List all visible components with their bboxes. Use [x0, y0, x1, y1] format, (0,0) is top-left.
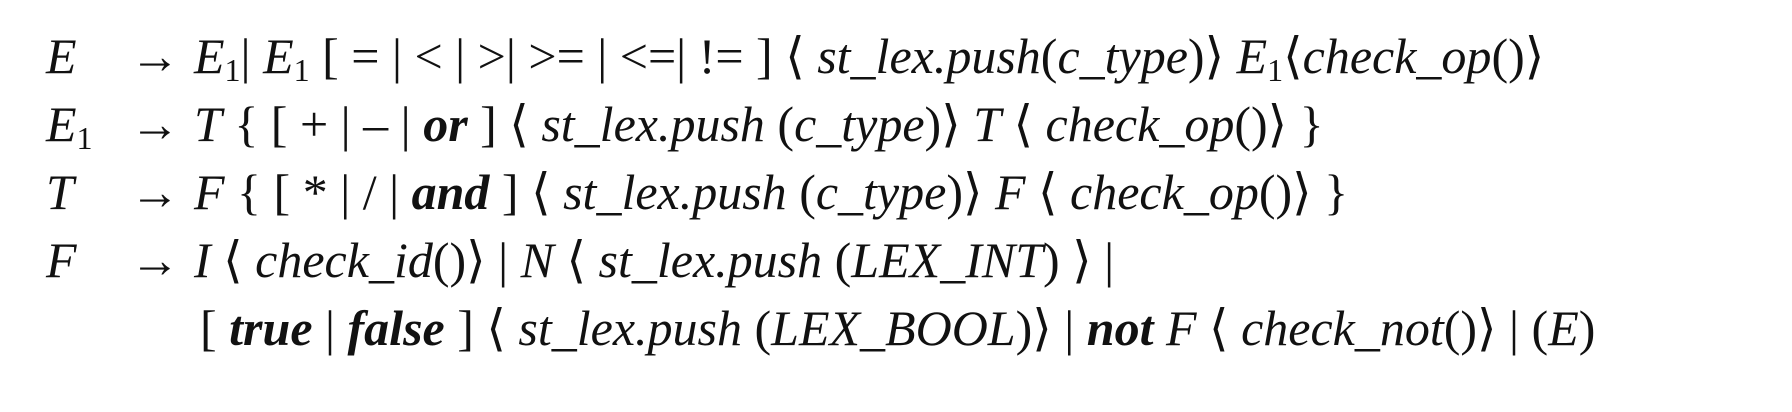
operator-token: )⟩ |: [1015, 300, 1087, 356]
operator-token: ⟨: [1196, 300, 1242, 356]
symbol-token: check_op: [1045, 96, 1235, 152]
rule-lhs-symbol: E: [46, 28, 77, 84]
operator-token: ): [1578, 300, 1596, 356]
rule-lhs: E1: [46, 90, 93, 164]
operator-token: [1154, 300, 1167, 356]
grammar-rule: T → F { [ * | / | and ] ⟨ st_lex.push (c…: [46, 158, 1766, 226]
operator-token: [ = | < | >| >= | <=| != ] ⟨: [309, 28, 818, 84]
symbol-token: st_lex.push: [541, 96, 765, 152]
production-arrow: →: [130, 164, 180, 220]
symbol-token: T: [973, 96, 1002, 152]
rule-rhs: E1| E1 [ = | < | >| >= | <=| != ] ⟨ st_l…: [194, 22, 1544, 96]
operator-token: ()⟩ }: [1234, 96, 1324, 152]
rule-lhs: E: [46, 22, 77, 96]
symbol-token: E: [1236, 28, 1268, 84]
rule-rhs: [ true | false ] ⟨ st_lex.push (LEX_BOOL…: [200, 294, 1595, 362]
operator-token: ⟨: [1025, 164, 1071, 220]
operator-token: (: [786, 164, 816, 220]
operator-token: ⟨: [210, 232, 256, 288]
grammar-rule: F → I ⟨ check_id()⟩ | N ⟨ st_lex.push (L…: [46, 226, 1766, 294]
grammar-rule-continuation: [ true | false ] ⟨ st_lex.push (LEX_BOOL…: [46, 294, 1766, 362]
symbol-token: E: [194, 28, 225, 84]
operator-token: ] ⟨: [467, 96, 542, 152]
operator-token: ] ⟨: [444, 300, 519, 356]
subscript-token: 1: [293, 52, 310, 88]
subscript-token: 1: [1267, 52, 1284, 88]
symbol-token: check_op: [1070, 164, 1259, 220]
keyword-token: false: [347, 300, 445, 356]
keyword-token: true: [229, 300, 313, 356]
symbol-token: F: [1166, 300, 1197, 356]
rule-lhs-symbol: F: [46, 232, 77, 288]
operator-token: ()⟩ |: [432, 232, 521, 288]
grammar-rules: E → E1| E1 [ = | < | >| >= | <=| != ] ⟨ …: [46, 22, 1766, 362]
symbol-token: st_lex.push: [563, 164, 787, 220]
keyword-token: and: [411, 164, 490, 220]
operator-token: (: [742, 300, 772, 356]
symbol-token: check_not: [1241, 300, 1444, 356]
rule-lhs: F: [46, 226, 77, 300]
symbol-token: st_lex.push: [518, 300, 742, 356]
operator-token: ()⟩: [1491, 28, 1545, 84]
symbol-token: E: [263, 28, 294, 84]
rule-lhs: T: [46, 158, 74, 232]
operator-token: { [ + | – |: [221, 96, 424, 152]
operator-token: ] ⟨: [489, 164, 564, 220]
operator-token: [: [200, 300, 230, 356]
operator-token: (: [764, 96, 795, 152]
symbol-token: F: [994, 164, 1026, 220]
rule-lhs-symbol: E: [46, 96, 77, 152]
operator-token: ) ⟩ |: [1043, 232, 1115, 288]
production-arrow: →: [130, 28, 180, 84]
operator-token: ()⟩ | (: [1443, 300, 1549, 356]
operator-token: { [ * | / |: [224, 164, 412, 220]
rule-lhs-symbol: T: [46, 164, 74, 220]
production-arrow: →: [130, 96, 180, 152]
operator-token: |: [312, 300, 348, 356]
symbol-token: F: [194, 164, 225, 220]
subscript-token: 1: [224, 52, 241, 88]
symbol-token: E: [1548, 300, 1579, 356]
symbol-token: check_op: [1302, 28, 1492, 84]
operator-token: |: [240, 28, 264, 84]
grammar-rule: E → E1| E1 [ = | < | >| >= | <=| != ] ⟨ …: [46, 22, 1766, 90]
operator-token: ⟨: [1001, 96, 1046, 152]
operator-token: ⟨: [1283, 28, 1303, 84]
operator-token: )⟩: [924, 96, 974, 152]
symbol-token: I: [194, 232, 211, 288]
symbol-token: LEX_INT: [851, 232, 1043, 288]
rule-rhs: F { [ * | / | and ] ⟨ st_lex.push (c_typ…: [194, 158, 1348, 226]
symbol-token: check_id: [255, 232, 433, 288]
operator-token: )⟩: [1187, 28, 1237, 84]
operator-token: (: [822, 232, 852, 288]
symbol-token: c_type: [815, 164, 947, 220]
symbol-token: st_lex.push: [598, 232, 823, 288]
rule-rhs: I ⟨ check_id()⟩ | N ⟨ st_lex.push (LEX_I…: [194, 226, 1114, 294]
symbol-token: st_lex.push: [817, 28, 1041, 84]
symbol-token: c_type: [794, 96, 925, 152]
grammar-rule: E1 → T { [ + | – | or ] ⟨ st_lex.push (c…: [46, 90, 1766, 158]
operator-token: (: [1040, 28, 1058, 84]
symbol-token: N: [520, 232, 555, 288]
operator-token: ()⟩ }: [1258, 164, 1349, 220]
rule-rhs: T { [ + | – | or ] ⟨ st_lex.push (c_type…: [194, 90, 1324, 158]
symbol-token: LEX_BOOL: [771, 300, 1016, 356]
symbol-token: c_type: [1057, 28, 1188, 84]
operator-token: ⟨: [554, 232, 599, 288]
production-arrow: →: [130, 232, 180, 288]
symbol-token: T: [194, 96, 222, 152]
rule-lhs-subscript: 1: [76, 120, 93, 156]
keyword-token: not: [1086, 300, 1154, 356]
operator-token: )⟩: [946, 164, 995, 220]
keyword-token: or: [423, 96, 468, 152]
